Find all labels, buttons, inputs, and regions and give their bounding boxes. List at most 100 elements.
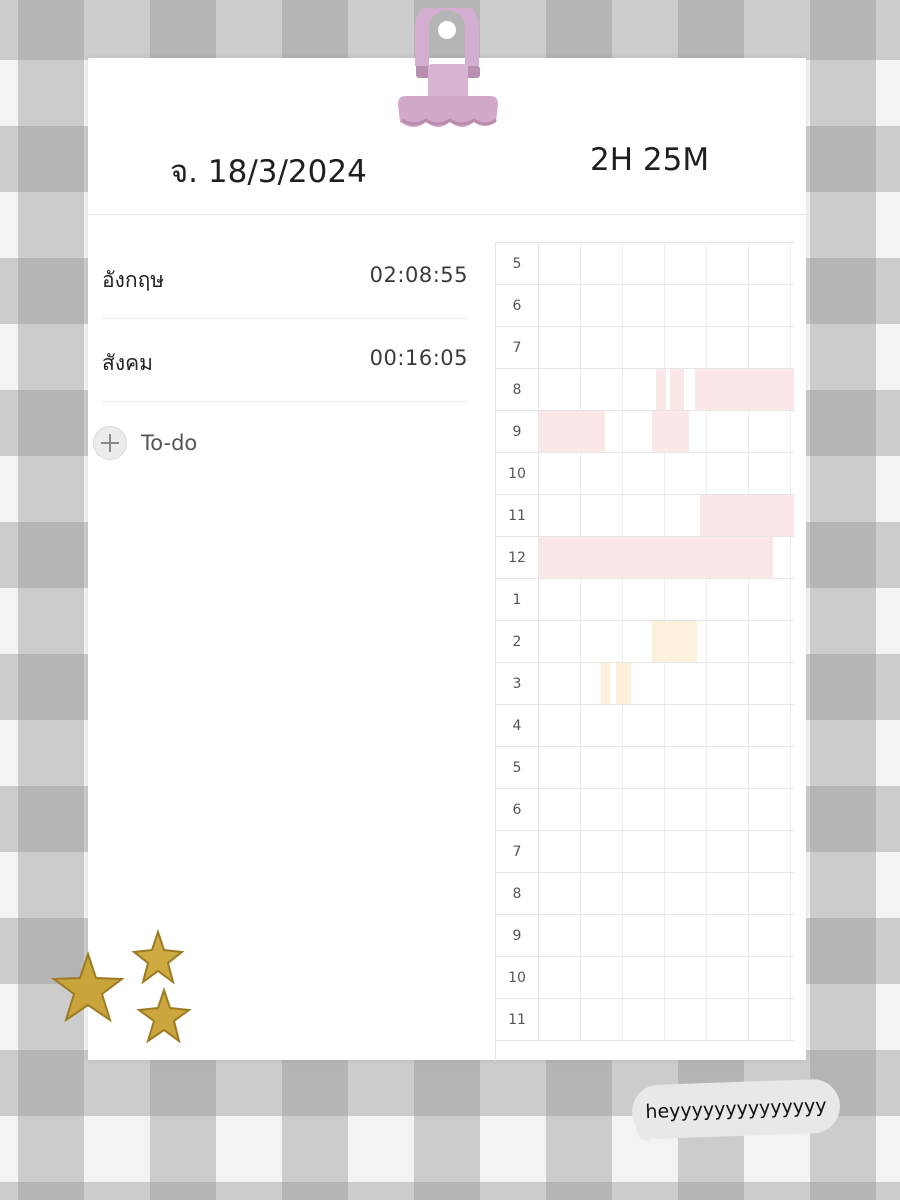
timetable-row: 9 <box>496 411 794 453</box>
hour-label: 10 <box>496 453 539 494</box>
plus-icon[interactable] <box>93 426 127 460</box>
study-timetable: 5 6 7 8 9 10 11 12 1 2 3 4 5 6 7 8 9 10 11 <box>495 242 794 1061</box>
timetable-row: 5 <box>496 243 794 285</box>
subject-name: สังคม <box>102 351 153 375</box>
timetable-cell <box>581 705 623 746</box>
timetable-cell <box>581 747 623 788</box>
timetable-cell <box>665 579 707 620</box>
timetable-cell <box>707 579 749 620</box>
timetable-cell <box>749 957 791 998</box>
timetable-cell <box>665 453 707 494</box>
timetable-cell <box>749 789 791 830</box>
timetable-cell <box>581 285 623 326</box>
subject-row-social[interactable]: สังคม 00:16:05 <box>102 319 468 402</box>
timetable-cell <box>749 285 791 326</box>
timetable-cell <box>707 999 749 1040</box>
study-block <box>539 537 773 578</box>
timetable-cell <box>539 831 581 872</box>
subject-name: อังกฤษ <box>102 268 165 292</box>
hour-label: 5 <box>496 243 539 284</box>
study-block <box>700 495 794 536</box>
total-study-time: 2H 25M <box>590 142 710 178</box>
timetable-cell <box>539 327 581 368</box>
timetable-row: 12 <box>496 537 794 579</box>
timetable-row: 11 <box>496 495 794 537</box>
timetable-row: 7 <box>496 327 794 369</box>
timetable-cell <box>665 747 707 788</box>
hour-label: 1 <box>496 579 539 620</box>
timetable-cell <box>539 495 581 536</box>
hour-label: 7 <box>496 831 539 872</box>
study-block <box>656 369 666 410</box>
hour-label: 6 <box>496 789 539 830</box>
hour-label: 2 <box>496 621 539 662</box>
timetable-cell <box>707 705 749 746</box>
timetable-cell <box>665 957 707 998</box>
timetable-cell <box>581 621 623 662</box>
hour-label: 9 <box>496 411 539 452</box>
study-block <box>670 369 684 410</box>
timetable-cell <box>665 285 707 326</box>
timetable-row: 5 <box>496 747 794 789</box>
timetable-row: 6 <box>496 285 794 327</box>
binder-clip-icon <box>398 8 498 127</box>
timetable-row: 3 <box>496 663 794 705</box>
hour-label: 6 <box>496 285 539 326</box>
timetable-cell <box>581 831 623 872</box>
timetable-cell <box>539 453 581 494</box>
hour-label: 9 <box>496 915 539 956</box>
timetable-cell <box>539 705 581 746</box>
subject-time: 00:16:05 <box>369 346 468 370</box>
timetable-cell <box>581 453 623 494</box>
timetable-cell <box>539 747 581 788</box>
timetable-cell <box>665 789 707 830</box>
timetable-cell <box>623 495 665 536</box>
hour-label: 4 <box>496 705 539 746</box>
timetable-cell <box>665 663 707 704</box>
timetable-cell <box>623 243 665 284</box>
timetable-cell <box>707 453 749 494</box>
timetable-cell <box>581 789 623 830</box>
timetable-cell <box>539 999 581 1040</box>
study-block <box>616 663 631 704</box>
timetable-cell <box>623 705 665 746</box>
add-todo-button[interactable]: To-do <box>93 426 197 460</box>
timetable-cell <box>707 621 749 662</box>
timetable-cell <box>665 705 707 746</box>
timetable-cell <box>581 873 623 914</box>
timetable-cell <box>665 243 707 284</box>
timetable-row: 6 <box>496 789 794 831</box>
subject-list: อังกฤษ 02:08:55 สังคม 00:16:05 <box>88 236 468 402</box>
hour-label: 3 <box>496 663 539 704</box>
timetable-cell <box>539 579 581 620</box>
hour-label: 11 <box>496 495 539 536</box>
timetable-cell <box>749 243 791 284</box>
timetable-cell <box>707 873 749 914</box>
timetable-row: 11 <box>496 999 794 1041</box>
timetable-cell <box>707 327 749 368</box>
timetable-cell <box>581 495 623 536</box>
timetable-cell <box>623 873 665 914</box>
timetable-cell <box>623 915 665 956</box>
timetable-cell <box>749 873 791 914</box>
timetable-cell <box>707 411 749 452</box>
timetable-cell <box>707 285 749 326</box>
timetable-row: 10 <box>496 453 794 495</box>
study-block <box>652 411 689 452</box>
timetable-cell <box>749 663 791 704</box>
timetable-cell <box>623 831 665 872</box>
timetable-cell <box>749 999 791 1040</box>
timetable-cell <box>665 915 707 956</box>
timetable-cell <box>539 621 581 662</box>
timetable-cell <box>665 873 707 914</box>
timetable-cell <box>749 579 791 620</box>
timetable-cell <box>581 999 623 1040</box>
timetable-cell <box>665 831 707 872</box>
timetable-cell <box>665 327 707 368</box>
timetable-cell <box>539 957 581 998</box>
subject-row-english[interactable]: อังกฤษ 02:08:55 <box>102 236 468 319</box>
timetable-row: 7 <box>496 831 794 873</box>
header-divider <box>88 214 806 215</box>
timetable-cell <box>581 327 623 368</box>
hour-label: 8 <box>496 873 539 914</box>
